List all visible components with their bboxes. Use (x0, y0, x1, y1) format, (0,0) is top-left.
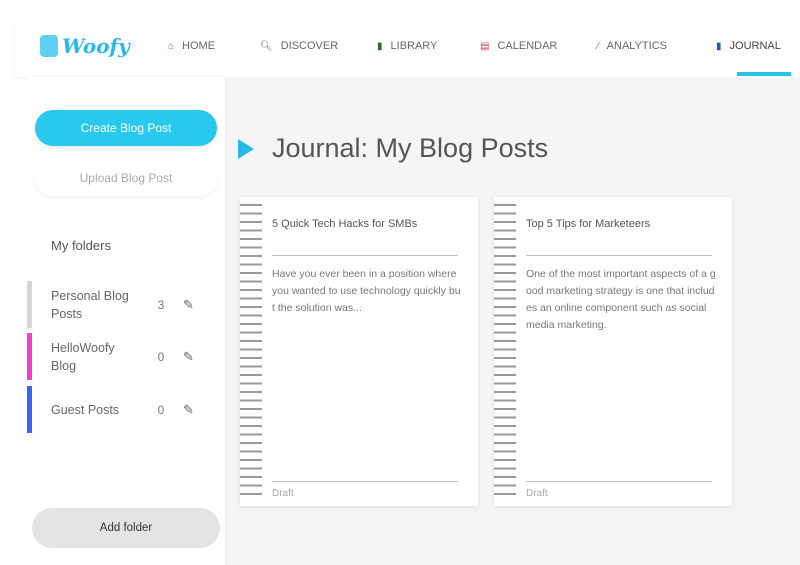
dog-logo-icon (40, 35, 58, 57)
spiral-binding-icon (494, 201, 516, 501)
nav-label: JOURNAL (729, 40, 781, 52)
nav-label: HOME (182, 40, 216, 52)
logo[interactable]: Woofy (40, 34, 130, 58)
active-tab-indicator (737, 72, 791, 76)
journal-icon: ▮ (716, 40, 722, 52)
nav-library[interactable]: ▮ LIBRARY (377, 40, 437, 52)
post-excerpt: One of the most important aspects of a g… (526, 268, 716, 331)
divider (526, 255, 712, 256)
post-title: 5 Quick Tech Hacks for SMBs (272, 218, 418, 230)
post-excerpt: Have you ever been in a position where y… (272, 268, 461, 314)
post-status: Draft (272, 488, 294, 499)
spiral-binding-icon (240, 201, 262, 501)
folder-count: 3 (157, 297, 165, 312)
folder-count: 0 (157, 349, 165, 364)
folder-item[interactable]: HelloWoofy Blog 0 ✎ (27, 333, 225, 380)
divider (272, 481, 458, 482)
post-title: Top 5 Tips for Marketeers (526, 218, 651, 230)
create-blog-post-button[interactable]: Create Blog Post (35, 110, 217, 146)
folder-name: Personal Blog Posts (51, 288, 129, 321)
folder-count: 0 (157, 402, 165, 417)
edit-icon[interactable]: ✎ (183, 402, 194, 418)
brand-name: Woofy (62, 34, 130, 58)
nav-discover[interactable]: 🔍︎ DISCOVER (260, 40, 338, 52)
page-title-text: Journal: My Blog Posts (272, 133, 549, 163)
divider (272, 255, 458, 256)
edit-icon[interactable]: ✎ (183, 349, 194, 365)
nav-label: ANALYTICS (606, 40, 667, 52)
search-icon: 🔍︎ (260, 40, 273, 52)
books-icon: ▮ (377, 40, 383, 52)
nav-label: LIBRARY (390, 40, 438, 52)
nav-journal[interactable]: ▮ JOURNAL (716, 40, 781, 52)
nav-calendar[interactable]: ▤ CALENDAR (480, 40, 557, 52)
nav-label: CALENDAR (497, 40, 558, 52)
folder-color-bar (27, 281, 32, 328)
triangle-icon (238, 138, 254, 159)
add-folder-button[interactable]: Add folder (32, 508, 220, 548)
nav-analytics[interactable]: ∕ ANALYTICS (597, 40, 667, 52)
nav-label: DISCOVER (280, 40, 339, 52)
analytics-icon: ∕ (597, 40, 599, 52)
home-icon: ⌂ (168, 40, 175, 52)
folder-name: HelloWoofy Blog (51, 340, 115, 373)
upload-blog-post-button[interactable]: Upload Blog Post (35, 160, 217, 196)
folder-name: Guest Posts (51, 402, 120, 417)
edit-icon[interactable]: ✎ (183, 297, 194, 313)
folder-color-bar (27, 333, 32, 380)
calendar-icon: ▤ (480, 40, 490, 52)
top-nav: Woofy ⌂ HOME 🔍︎ DISCOVER ▮ LIBRARY ▤ CALENDA… (15, 22, 800, 77)
blog-post-card[interactable]: Top 5 Tips for Marketeers One of the mos… (494, 197, 732, 506)
sidebar: Create Blog Post Upload Blog Post My fol… (27, 77, 225, 565)
nav-home[interactable]: ⌂ HOME (168, 40, 215, 52)
page-title: Journal: My Blog Posts (238, 133, 548, 164)
post-status: Draft (526, 488, 548, 499)
folders-heading: My folders (51, 238, 111, 253)
folder-item[interactable]: Guest Posts 0 ✎ (27, 386, 225, 433)
divider (526, 481, 712, 482)
folder-item[interactable]: Personal Blog Posts 3 ✎ (27, 281, 225, 328)
blog-post-card[interactable]: 5 Quick Tech Hacks for SMBs Have you eve… (240, 197, 478, 506)
folder-color-bar (27, 386, 32, 433)
